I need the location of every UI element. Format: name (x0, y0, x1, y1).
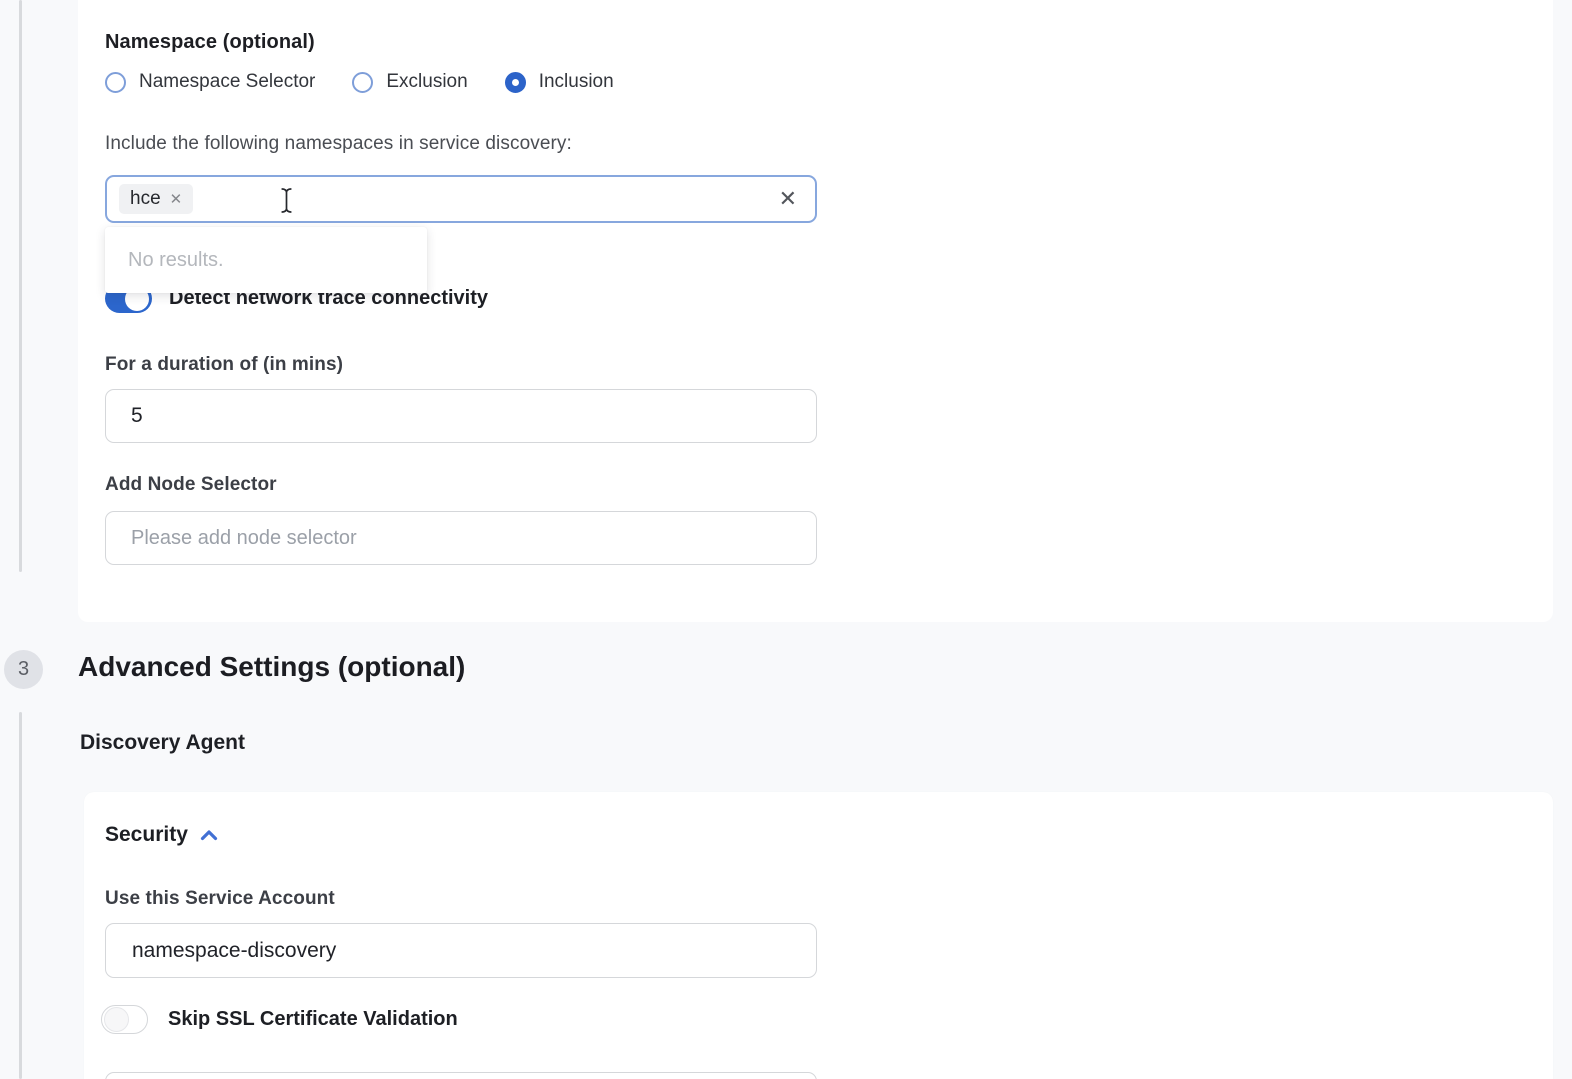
radio-namespace-selector[interactable]: Namespace Selector (105, 71, 315, 93)
node-selector-input[interactable] (105, 511, 817, 565)
namespace-suggestions-dropdown: No results. (105, 227, 427, 293)
namespace-tag-chip: hce ✕ (119, 184, 193, 214)
step-2-connector-line (19, 0, 22, 572)
clear-tags-icon[interactable]: ✕ (779, 188, 797, 210)
radio-circle-icon[interactable] (352, 72, 373, 93)
namespace-section-label: Namespace (optional) (105, 31, 315, 54)
security-header-label: Security (105, 823, 188, 847)
service-account-input[interactable] (105, 923, 817, 978)
duration-label: For a duration of (in mins) (105, 354, 343, 376)
radio-exclusion[interactable]: Exclusion (352, 71, 467, 93)
advanced-settings-title: Advanced Settings (optional) (78, 651, 465, 683)
partial-next-input[interactable] (105, 1072, 817, 1079)
radio-label: Exclusion (386, 71, 467, 93)
radio-inclusion[interactable]: Inclusion (505, 71, 614, 93)
service-discovery-form-page: Namespace (optional) Namespace Selector … (0, 0, 1572, 1079)
remove-tag-icon[interactable]: ✕ (170, 190, 183, 208)
radio-circle-icon[interactable] (105, 72, 126, 93)
chevron-up-icon (200, 829, 218, 841)
discovery-agent-label: Discovery Agent (80, 731, 245, 755)
step-3-connector-line (19, 712, 22, 1079)
no-results-message: No results. (128, 249, 224, 272)
skip-ssl-toggle[interactable] (101, 1005, 148, 1034)
step-3-badge: 3 (4, 650, 43, 689)
namespace-mode-radio-group: Namespace Selector Exclusion Inclusion (105, 71, 651, 93)
namespace-settings-card: Namespace (optional) Namespace Selector … (78, 0, 1553, 622)
text-cursor-icon (279, 187, 294, 219)
skip-ssl-label: Skip SSL Certificate Validation (168, 1008, 458, 1031)
toggle-knob-icon (104, 1007, 129, 1032)
duration-input[interactable] (105, 389, 817, 443)
security-panel-card: Security Use this Service Account Skip S… (84, 792, 1553, 1079)
service-account-label: Use this Service Account (105, 888, 335, 910)
namespace-tags-input[interactable]: hce ✕ ✕ (105, 175, 817, 223)
radio-label: Inclusion (539, 71, 614, 93)
tag-chip-label: hce (130, 188, 161, 210)
node-selector-label: Add Node Selector (105, 474, 277, 496)
radio-label: Namespace Selector (139, 71, 315, 93)
security-section-header[interactable]: Security (105, 823, 218, 847)
include-namespaces-label: Include the following namespaces in serv… (105, 133, 572, 155)
skip-ssl-row: Skip SSL Certificate Validation (101, 1005, 458, 1034)
radio-selected-icon[interactable] (505, 72, 526, 93)
